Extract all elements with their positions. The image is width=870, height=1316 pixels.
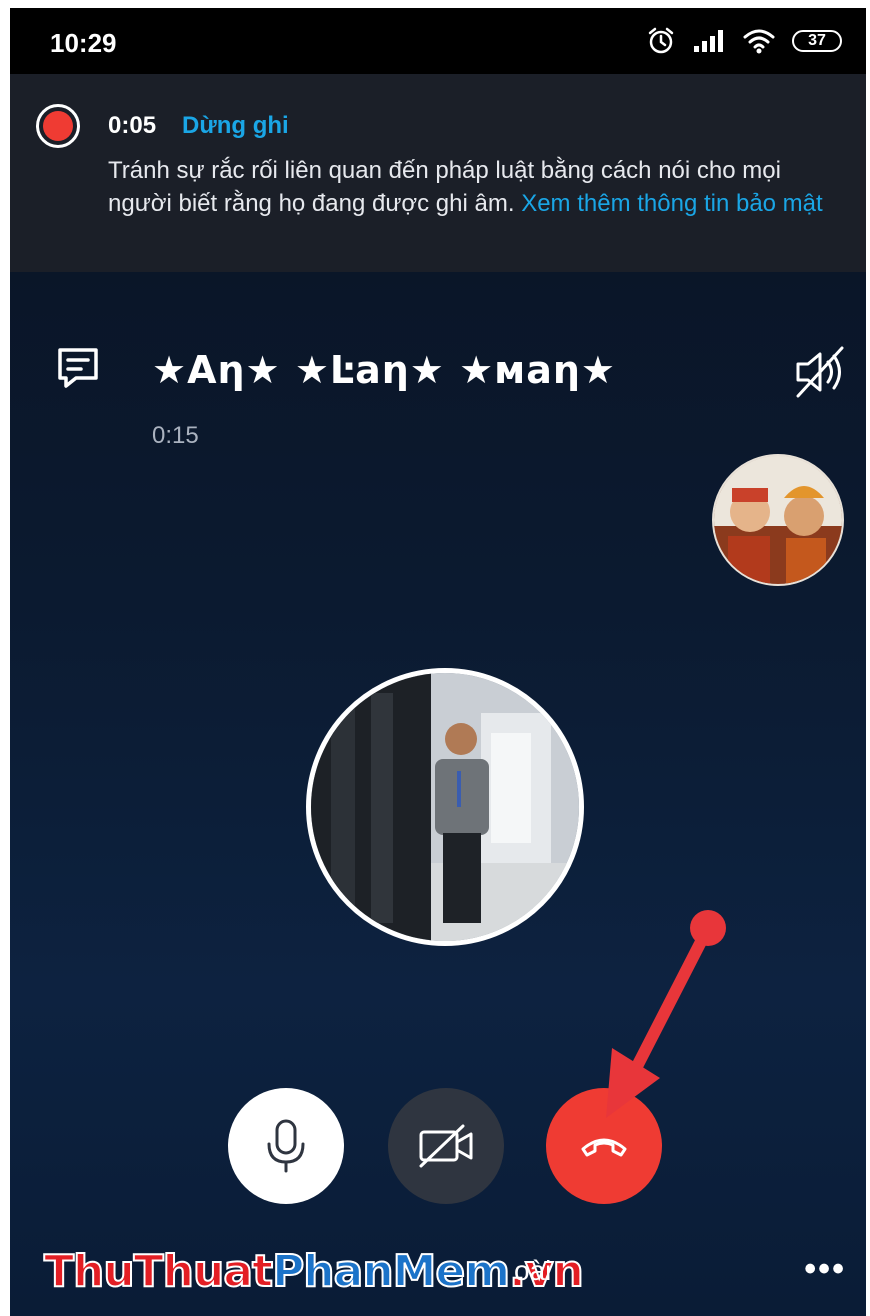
recording-elapsed: 0:05 (108, 112, 157, 139)
bottom-label: oài (514, 1255, 552, 1286)
recording-banner: 0:05 Dừng ghi Tránh sự rắc rối liên quan… (10, 74, 866, 272)
watermark-logo: ThuThuatPhanMem.vn (43, 1245, 585, 1298)
recording-notice: Tránh sự rắc rối liên quan đến pháp luật… (108, 154, 828, 220)
toggle-video-button[interactable] (388, 1088, 504, 1204)
hang-up-icon (581, 1138, 627, 1157)
self-thumbnail-image (714, 456, 842, 584)
caller-photo (311, 673, 579, 941)
end-call-button[interactable] (546, 1088, 662, 1204)
caller-name: ★Aη★ ★Ŀaη★ ★мaη★ (152, 348, 616, 392)
mute-microphone-button[interactable] (228, 1088, 344, 1204)
battery-level: 37 (808, 32, 826, 49)
call-duration: 0:15 (152, 422, 199, 449)
alarm-icon (648, 27, 674, 54)
video-off-icon (419, 1124, 473, 1168)
signal-icon (694, 30, 723, 52)
chat-icon[interactable] (54, 344, 102, 392)
record-indicator-icon (36, 104, 80, 148)
more-options-button[interactable]: ••• (804, 1250, 846, 1289)
stop-recording-button[interactable]: Dừng ghi (182, 112, 289, 140)
call-screen: 10:29 37 0:05 Dừng ghi Tránh sự rắc rối … (10, 8, 866, 1316)
battery-icon: 37 (792, 30, 842, 52)
status-time: 10:29 (50, 28, 117, 58)
speaker-off-icon[interactable] (790, 342, 850, 402)
status-bar: 10:29 37 (10, 8, 866, 74)
self-video-thumbnail[interactable] (712, 454, 844, 586)
privacy-info-link[interactable]: Xem thêm thông tin bảo mật (521, 190, 823, 217)
microphone-icon (267, 1119, 305, 1173)
status-icons: 37 (646, 26, 842, 56)
wifi-icon (743, 29, 775, 54)
caller-avatar (306, 668, 584, 946)
